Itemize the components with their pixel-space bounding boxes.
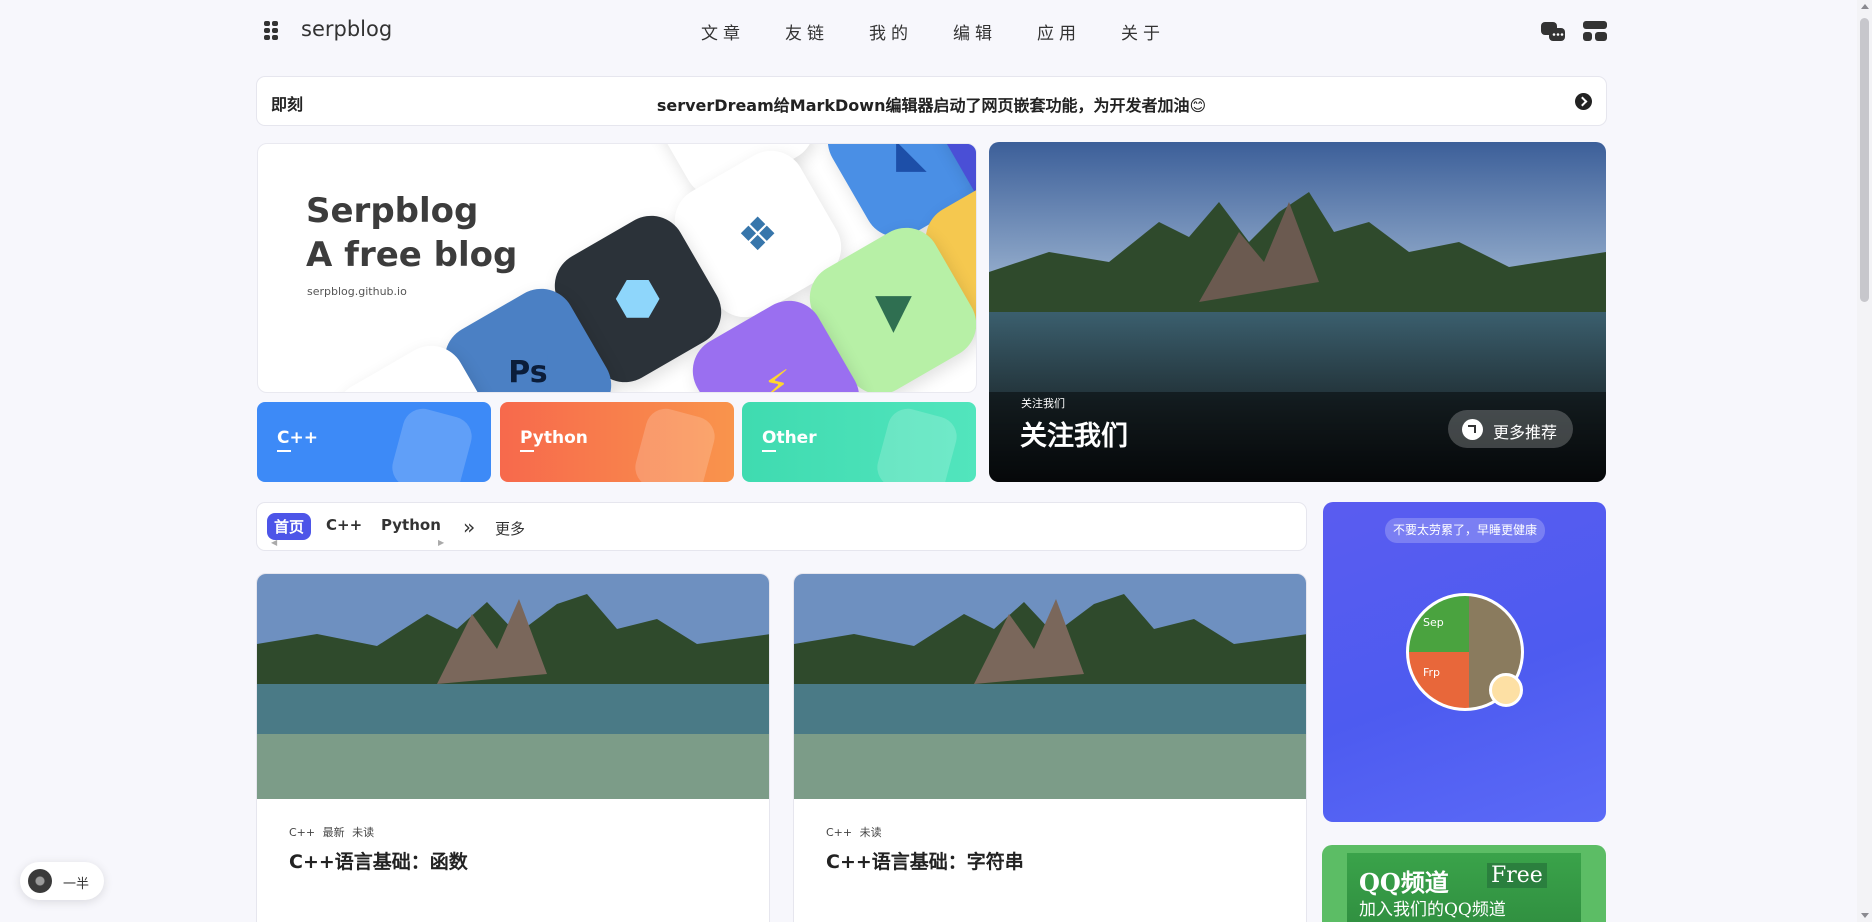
more-recommend-button[interactable]: 更多推荐: [1448, 410, 1573, 448]
qq-channel-free: Free: [1487, 863, 1547, 888]
post-card[interactable]: C++ 未读 C++语言基础：字符串: [793, 573, 1307, 922]
qq-channel-card[interactable]: QQ频道 Free 加入我们的QQ频道: [1322, 845, 1606, 922]
chat-icon[interactable]: [1540, 20, 1566, 42]
category-card-cpp[interactable]: C++: [257, 402, 491, 482]
nav-item-apps[interactable]: 应用: [1037, 19, 1121, 44]
nav-item-mine[interactable]: 我的: [869, 19, 953, 44]
scroll-up-arrow[interactable]: [1861, 4, 1869, 9]
music-disc-icon[interactable]: [28, 869, 52, 893]
nav-item-articles[interactable]: 文章: [701, 19, 785, 44]
nav-item-friends[interactable]: 友链: [785, 19, 869, 44]
arrow-right-icon[interactable]: [1575, 93, 1592, 110]
profile-card[interactable]: 不要太劳累了，早睡更健康 Sep Frp: [1323, 502, 1606, 822]
profile-greeting: 不要太劳累了，早睡更健康: [1385, 518, 1546, 543]
scrollbar-thumb[interactable]: [1860, 18, 1869, 302]
post-title[interactable]: C++语言基础：字符串: [826, 847, 1024, 874]
more-recommend-label: 更多推荐: [1493, 423, 1558, 442]
qq-channel-title: QQ频道: [1359, 868, 1449, 897]
menu-grid-icon[interactable]: [264, 21, 278, 40]
page-scrollbar[interactable]: [1857, 0, 1872, 922]
announcement-bar[interactable]: 即刻 serverDream给MarkDown编辑器启动了网页嵌套功能，为开发者…: [256, 76, 1607, 126]
scroll-left-icon[interactable]: ◀: [271, 538, 277, 547]
featured-card[interactable]: 关注我们 关注我们 更多推荐: [989, 142, 1606, 482]
svg-text:Frp: Frp: [1423, 666, 1440, 679]
document-icon: [872, 404, 962, 482]
scroll-right-icon[interactable]: ▶: [438, 538, 444, 547]
category-label: Other: [762, 428, 817, 452]
featured-title: 关注我们: [1020, 421, 1128, 452]
qq-channel-image: QQ频道 Free 加入我们的QQ频道: [1347, 853, 1581, 922]
scroll-down-arrow[interactable]: [1861, 913, 1869, 918]
music-title: 一半: [63, 877, 90, 892]
post-tags: C++ 未读: [826, 826, 882, 839]
category-card-other[interactable]: Other: [742, 402, 976, 482]
category-label: Python: [520, 428, 588, 452]
layout-icon[interactable]: [1582, 20, 1608, 42]
post-tags: C++ 最新 未读: [289, 826, 375, 839]
post-title[interactable]: C++语言基础：函数: [289, 847, 468, 874]
main-nav: 文章 友链 我的 编辑 应用 关于: [701, 19, 1205, 44]
music-player[interactable]: 一半: [20, 862, 104, 900]
announcement-text[interactable]: serverDream给MarkDown编辑器启动了网页嵌套功能，为开发者加油😊: [257, 92, 1606, 116]
tab-python[interactable]: Python: [374, 513, 448, 537]
flame-icon: [630, 404, 720, 482]
svg-text:Sep: Sep: [1423, 616, 1444, 629]
category-card-python[interactable]: Python: [500, 402, 734, 482]
banner-url: serpblog.github.io: [307, 285, 407, 298]
nav-item-edit[interactable]: 编辑: [953, 19, 1037, 44]
category-tabs: 首页 C++ Python ◀ ▶ » 更多: [256, 502, 1307, 551]
site-title[interactable]: serpblog: [301, 17, 392, 41]
decor-shape: [387, 404, 477, 482]
post-cover-image: [257, 574, 769, 799]
post-card[interactable]: C++ 最新 未读 C++语言基础：函数: [256, 573, 770, 922]
qq-channel-subtitle: 加入我们的QQ频道: [1359, 900, 1506, 920]
hero-banner[interactable]: ◣ ❖ ⬣ ▼ Ps ⚡ Serpblog A free blog serpbl…: [257, 143, 977, 393]
tab-cpp[interactable]: C++: [319, 513, 369, 537]
top-header: serpblog 文章 友链 我的 编辑 应用 关于: [256, 0, 1608, 62]
tab-home[interactable]: 首页: [267, 513, 312, 540]
post-cover-image: [794, 574, 1306, 799]
banner-title-line1: Serpblog: [306, 191, 479, 231]
tab-more[interactable]: 更多: [495, 518, 525, 539]
doge-badge-icon: [1489, 673, 1523, 707]
featured-subtitle: 关注我们: [1021, 397, 1065, 410]
nav-item-about[interactable]: 关于: [1121, 19, 1205, 44]
arrow-up-right-icon: [1462, 419, 1483, 440]
double-chevron-icon[interactable]: »: [463, 515, 475, 539]
category-label: C++: [277, 428, 318, 452]
banner-title-line2: A free blog: [306, 235, 518, 275]
